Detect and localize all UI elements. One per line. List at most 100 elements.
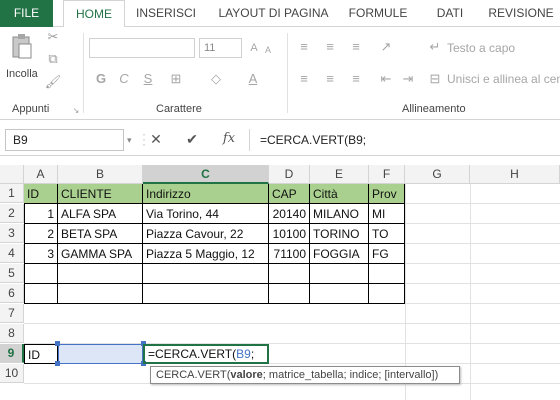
row-header-7[interactable]: 7 [0,304,24,323]
column-header-d[interactable]: D [269,165,310,184]
wrap-text-button[interactable]: Testo a capo [447,41,515,55]
name-box-dropdown-icon[interactable]: ▾ [127,133,135,147]
merge-center-icon[interactable]: ⊟ [428,71,442,87]
cell-b9-referenced[interactable] [58,344,143,364]
cell-a9[interactable]: ID [24,344,58,364]
decrease-indent-icon[interactable]: ⇤ [378,71,394,87]
row-header-6[interactable]: 6 [0,284,24,303]
cell-c6[interactable] [143,284,269,304]
formula-input[interactable]: =CERCA.VERT(B9; [249,129,560,151]
wrap-text-icon[interactable]: ↵ [428,39,442,55]
cell-c1[interactable]: Indirizzo [143,184,269,204]
column-header-b[interactable]: B [58,165,143,184]
borders-icon[interactable]: ⊞ [168,71,184,87]
cell-a2[interactable]: 1 [24,204,58,224]
cell-e3[interactable]: TORINO [310,224,369,244]
shrink-font-icon[interactable]: A [262,42,274,58]
tab-inserisci[interactable]: INSERISCI [133,0,199,27]
cell-b4[interactable]: GAMMA SPA [58,244,143,264]
cell-b3[interactable]: BETA SPA [58,224,143,244]
column-header-f[interactable]: F [369,165,405,184]
cell-d1[interactable]: CAP [269,184,310,204]
row-header-9[interactable]: 9 [0,344,24,363]
cell-d3[interactable]: 10100 [269,224,310,244]
cell-a5[interactable] [24,264,58,284]
align-middle-icon[interactable]: ≡ [322,39,338,55]
select-all-corner[interactable] [0,165,24,184]
cell-e1[interactable]: Città [310,184,369,204]
cell-d4[interactable]: 71100 [269,244,310,264]
orientation-icon[interactable]: ↗ [378,39,394,55]
increase-indent-icon[interactable]: ⇥ [400,71,416,87]
cell-e2[interactable]: MILANO [310,204,369,224]
cell-c5[interactable] [143,264,269,284]
tab-file[interactable]: FILE [0,0,53,27]
italic-button[interactable]: C [118,71,130,87]
tab-formule[interactable]: FORMULE [345,0,411,27]
column-header-a[interactable]: A [24,165,58,184]
tab-dati[interactable]: DATI [426,0,474,27]
merge-center-button[interactable]: Unisci e allinea al centro [447,72,560,86]
cell-a3[interactable]: 2 [24,224,58,244]
column-header-c[interactable]: C [143,165,269,184]
cell-a1[interactable]: ID [24,184,58,204]
paste-button-label[interactable]: Incolla [6,68,38,80]
cell-a4[interactable]: 3 [24,244,58,264]
insert-function-icon[interactable]: fx [220,131,238,146]
grow-font-icon[interactable]: A [248,40,260,56]
cell-b6[interactable] [58,284,143,304]
row-header-5[interactable]: 5 [0,264,24,283]
format-painter-icon[interactable]: 🖌 [43,74,63,90]
column-header-e[interactable]: E [310,165,369,184]
row-header-4[interactable]: 4 [0,244,24,263]
row-header-8[interactable]: 8 [0,324,24,343]
enter-icon[interactable]: ✔ [184,131,200,148]
row-header-1[interactable]: 1 [0,184,24,203]
cell-e6[interactable] [310,284,369,304]
reference-handle[interactable] [55,341,60,346]
paste-icon[interactable] [10,33,34,61]
row-header-10[interactable]: 10 [0,364,24,383]
row-header-3[interactable]: 3 [0,224,24,243]
cell-c2[interactable]: Via Torino, 44 [143,204,269,224]
cell-e5[interactable] [310,264,369,284]
copy-icon[interactable]: ⧉ [43,51,63,67]
align-center-icon[interactable]: ≡ [322,71,338,87]
cell-d6[interactable] [269,284,310,304]
tab-revisione[interactable]: REVISIONE [484,0,558,27]
cut-icon[interactable]: ✂ [43,29,63,45]
function-argument-tooltip[interactable]: CERCA.VERT(valore; matrice_tabella; indi… [150,366,460,384]
cell-f1[interactable]: Prov [369,184,405,204]
cell-f3[interactable]: TO [369,224,405,244]
align-bottom-icon[interactable]: ≡ [348,39,364,55]
font-size-input[interactable]: 11 [199,38,242,58]
cell-e4[interactable]: FOGGIA [310,244,369,264]
cell-b2[interactable]: ALFA SPA [58,204,143,224]
row-header-2[interactable]: 2 [0,204,24,223]
underline-button[interactable]: S [142,71,154,87]
cell-f5[interactable] [369,264,405,284]
cancel-icon[interactable]: ✕ [148,131,164,148]
align-right-icon[interactable]: ≡ [348,71,364,87]
tab-home[interactable]: HOME [63,0,125,28]
cell-c9-active-editing[interactable]: =CERCA.VERT(B9; [143,344,269,364]
column-header-h[interactable]: H [470,165,560,184]
fill-color-icon[interactable]: ◇ [208,71,224,87]
cell-d2[interactable]: 20140 [269,204,310,224]
cell-c3[interactable]: Piazza Cavour, 22 [143,224,269,244]
name-box[interactable]: B9 [5,129,124,151]
cell-a6[interactable] [24,284,58,304]
cell-c4[interactable]: Piazza 5 Maggio, 12 [143,244,269,264]
column-header-g[interactable]: G [405,165,470,184]
font-name-input[interactable] [89,38,195,58]
reference-handle[interactable] [55,361,60,366]
tooltip-current-argument[interactable]: valore [230,369,262,381]
align-top-icon[interactable]: ≡ [296,39,312,55]
tooltip-function-name[interactable]: CERCA.VERT( [156,369,230,381]
cell-b5[interactable] [58,264,143,284]
cell-d5[interactable] [269,264,310,284]
align-left-icon[interactable]: ≡ [296,71,312,87]
dialog-launcher-icon[interactable]: ↘ [71,103,81,119]
cell-f4[interactable]: FG [369,244,405,264]
tab-layout-di-pagina[interactable]: LAYOUT DI PAGINA [212,0,335,27]
